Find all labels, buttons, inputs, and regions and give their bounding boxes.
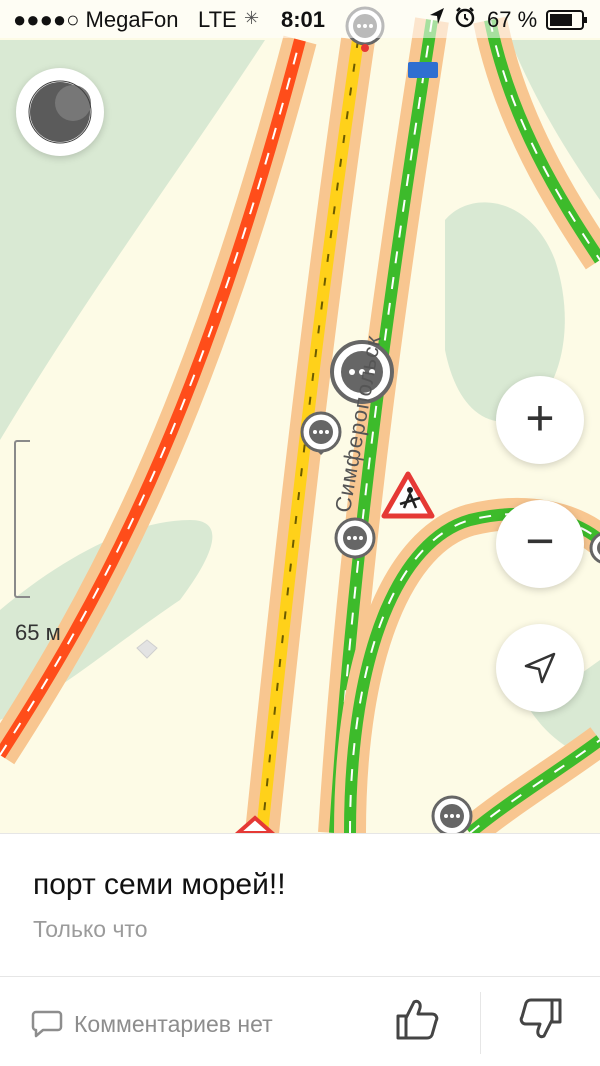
chat-bubble-icon[interactable] [431, 795, 473, 833]
comments-button[interactable]: Комментариев нет [30, 1004, 273, 1044]
thumbs-up-icon [396, 999, 439, 1040]
location-arrow-icon [428, 6, 446, 32]
building-icon [136, 639, 158, 659]
metro-sign-icon [408, 62, 438, 78]
carrier-label: ●●●●○ MegaFon [13, 7, 179, 32]
my-location-button[interactable] [496, 624, 584, 712]
message-panel: порт семи морей!! Только что Комментарие… [0, 833, 600, 1066]
divider [0, 976, 600, 977]
activity-icon: ✳ [244, 8, 260, 28]
alarm-icon [454, 6, 476, 34]
roadwork-icon[interactable] [381, 471, 435, 519]
user-avatar-button[interactable] [16, 68, 104, 156]
zoom-out-button[interactable]: − [496, 500, 584, 588]
plus-icon: + [525, 390, 555, 446]
scale-label: 65 м [15, 620, 61, 645]
zoom-in-button[interactable]: + [496, 376, 584, 464]
network-label: LTE [198, 7, 237, 32]
battery-percent: 67 % [487, 7, 538, 32]
message-time: Только что [33, 916, 148, 942]
clock: 8:01 [281, 7, 326, 32]
minus-icon: − [525, 513, 555, 569]
status-bar: ●●●●○ MegaFon LTE ✳ 8:01 67 % [0, 0, 600, 38]
navigation-icon [524, 652, 556, 684]
scale-bar [14, 440, 30, 598]
vertical-divider [480, 992, 481, 1054]
battery-icon [546, 10, 588, 36]
dislike-button[interactable] [516, 994, 566, 1044]
thumbs-down-icon [519, 998, 562, 1039]
message-title: порт семи морей!! [33, 868, 286, 901]
map-view[interactable]: Симферопольск ●●●●○ MegaFon LTE ✳ 8:01 6… [0, 0, 600, 833]
like-button[interactable] [392, 994, 442, 1044]
avatar-icon [28, 80, 92, 144]
comments-label: Комментариев нет [74, 1010, 273, 1037]
comment-bubble-icon [31, 1010, 63, 1038]
